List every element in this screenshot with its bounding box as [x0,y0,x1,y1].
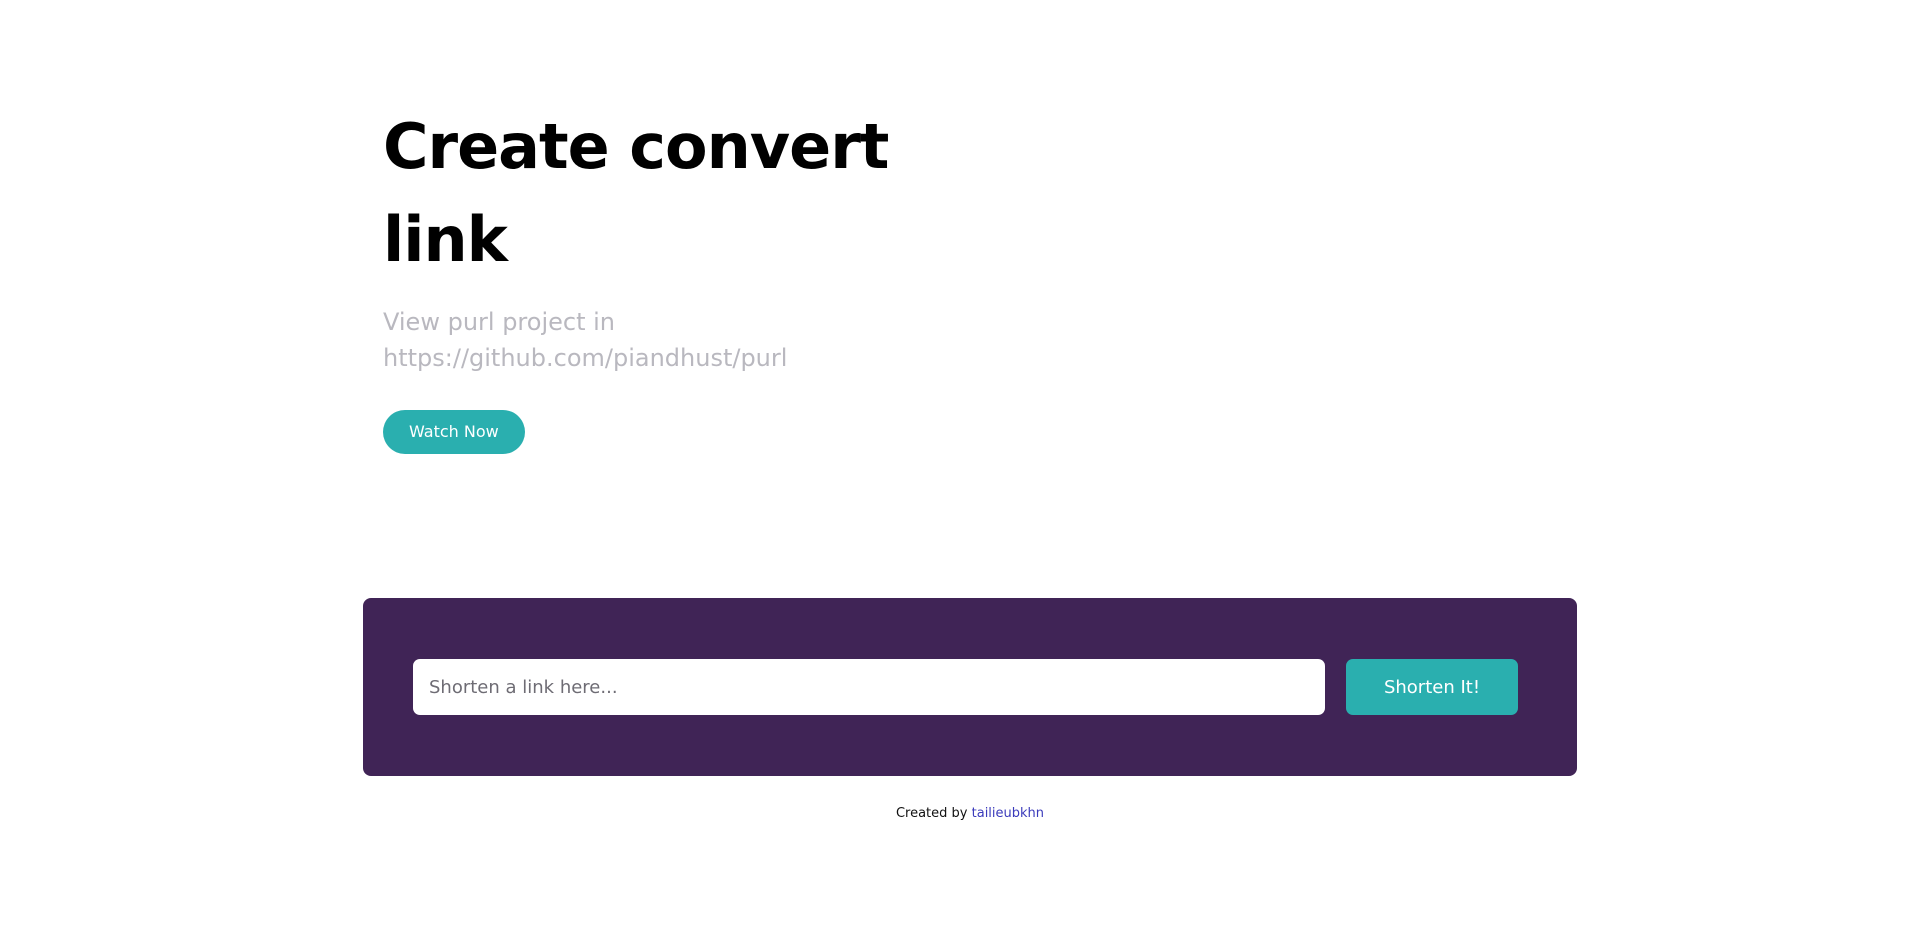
footer-author-link[interactable]: tailieubkhn [972,806,1044,821]
hero-title: Create convert link [383,110,889,276]
footer-created-by-text: Created by [895,806,968,821]
shorten-link-input[interactable] [413,659,1325,715]
shorten-panel: Shorten It! [363,598,1577,776]
page: Create convert link View purl project in… [0,0,1919,926]
footer: Created by tailieubkhn [0,806,1919,821]
hero-section: Create convert link View purl project in… [383,100,943,454]
shorten-it-button[interactable]: Shorten It! [1346,659,1518,715]
watch-now-button[interactable]: Watch Now [383,410,525,454]
hero-subtitle: View purl project in https://github.com/… [383,308,788,372]
